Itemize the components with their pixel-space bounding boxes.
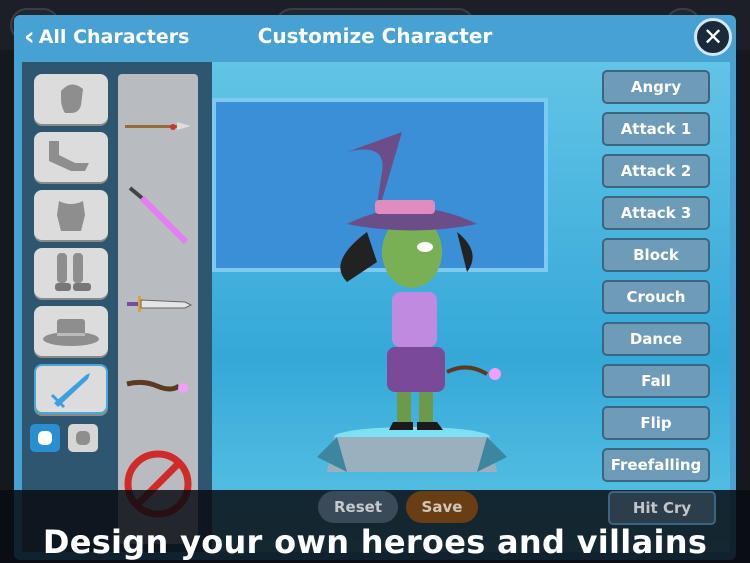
- customize-character-dialog: ‹ All Characters Customize Character ✕ A…: [14, 15, 736, 560]
- anim-button[interactable]: Fall: [602, 364, 710, 398]
- save-button[interactable]: Save: [406, 491, 478, 523]
- anim-button[interactable]: Crouch: [602, 280, 710, 314]
- parts-panel: [22, 62, 212, 552]
- dialog-header: ‹ All Characters Customize Character ✕: [14, 15, 736, 61]
- anim-button[interactable]: Angry: [602, 70, 710, 104]
- item-list[interactable]: [118, 74, 198, 544]
- right-hand-toggle[interactable]: [68, 424, 98, 452]
- close-button[interactable]: ✕: [694, 18, 732, 56]
- anim-button[interactable]: Attack 2: [602, 154, 710, 188]
- slot-torso[interactable]: [34, 190, 108, 240]
- slot-hat[interactable]: [34, 306, 108, 356]
- hand-icon: [38, 431, 52, 445]
- anim-button[interactable]: Freefalling: [602, 448, 710, 482]
- item-dagger[interactable]: [118, 274, 198, 334]
- page-title: Customize Character: [257, 24, 493, 48]
- head-icon: [61, 84, 83, 113]
- slot-head[interactable]: [34, 74, 108, 124]
- editor-area: Angry Attack 1 Attack 2 Attack 3 Block C…: [22, 62, 730, 552]
- anim-button[interactable]: Block: [602, 238, 710, 272]
- item-spear[interactable]: [118, 96, 198, 156]
- anim-button-hit-cry[interactable]: Hit Cry: [608, 491, 716, 525]
- arm-icon: [49, 141, 89, 171]
- anim-button[interactable]: Flip: [602, 406, 710, 440]
- left-hand-toggle[interactable]: [30, 424, 60, 452]
- sword-icon: [50, 373, 90, 409]
- item-pink-sword[interactable]: [118, 186, 198, 246]
- reset-button[interactable]: Reset: [318, 491, 398, 523]
- slot-weapon[interactable]: [34, 364, 108, 414]
- torso-icon: [57, 201, 85, 231]
- item-magic-staff[interactable]: [118, 356, 198, 416]
- close-icon: ✕: [702, 23, 724, 51]
- spear-icon: [125, 122, 191, 130]
- anim-button[interactable]: Attack 1: [602, 112, 710, 146]
- character-preview[interactable]: [307, 112, 517, 502]
- slot-legs[interactable]: [34, 248, 108, 298]
- boots-icon: [55, 253, 91, 291]
- slot-arm[interactable]: [34, 132, 108, 182]
- pink-sword-icon: [128, 186, 189, 245]
- anim-button[interactable]: Attack 3: [602, 196, 710, 230]
- staff-icon: [126, 379, 188, 393]
- anim-button[interactable]: Dance: [602, 322, 710, 356]
- hat-icon: [43, 319, 99, 346]
- fist-icon: [76, 431, 90, 445]
- dagger-icon: [127, 296, 193, 312]
